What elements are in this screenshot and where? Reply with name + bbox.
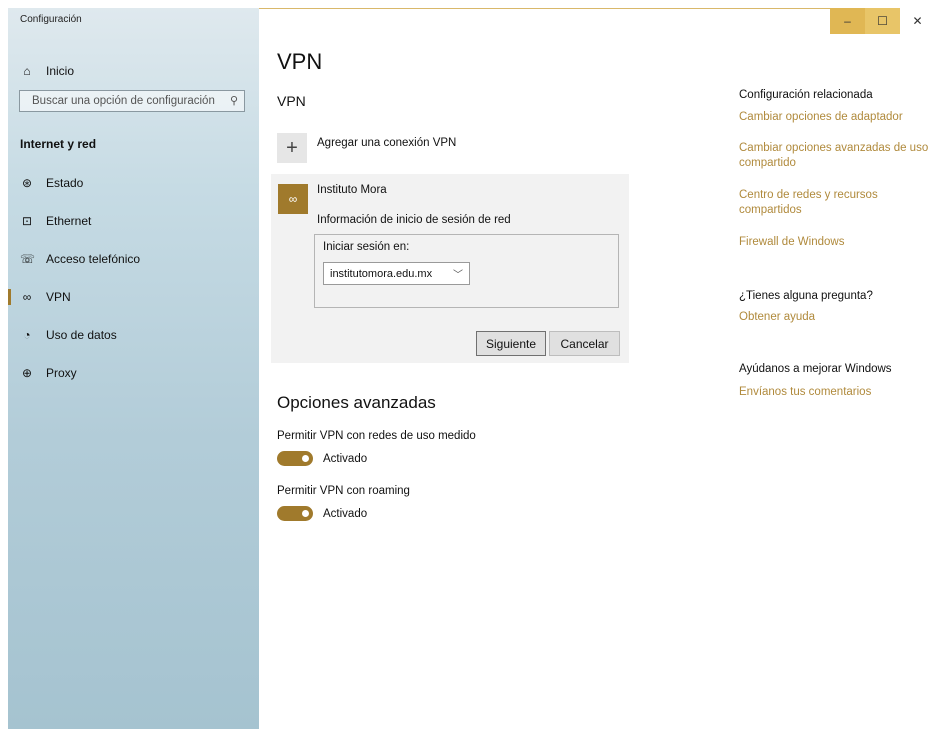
search-placeholder: Buscar una opción de configuración bbox=[32, 95, 215, 107]
vpn-connection-name: Instituto Mora bbox=[317, 184, 387, 196]
phone-icon: ☏ bbox=[20, 252, 36, 266]
window-title: Configuración bbox=[20, 14, 82, 25]
roaming-toggle[interactable] bbox=[277, 506, 313, 521]
search-input[interactable]: Buscar una opción de configuración ⚲ bbox=[19, 90, 245, 112]
vpn-login-info: Información de inicio de sesión de red bbox=[317, 214, 511, 226]
link-get-help[interactable]: Obtener ayuda bbox=[739, 310, 935, 325]
vpn-connection-card[interactable]: ∞ Instituto Mora Información de inicio d… bbox=[271, 174, 629, 363]
plus-icon[interactable]: + bbox=[277, 133, 307, 163]
login-domain-value: institutomora.edu.mx bbox=[330, 267, 433, 280]
link-network-center[interactable]: Centro de redes y recursos compartidos bbox=[739, 188, 935, 218]
data-usage-icon: ◔ bbox=[23, 328, 31, 342]
page-title: VPN bbox=[277, 49, 323, 74]
sidebar-item-inicio[interactable]: ⌂ Inicio bbox=[20, 64, 74, 78]
section-title: VPN bbox=[277, 93, 306, 109]
sidebar-item-proxy[interactable]: ⊕ Proxy bbox=[8, 354, 259, 392]
vpn-icon: ∞ bbox=[278, 184, 308, 214]
add-vpn-label: Agregar una conexión VPN bbox=[317, 137, 457, 149]
toggle-knob bbox=[302, 510, 309, 517]
sidebar-item-uso-de-datos[interactable]: ◔ Uso de datos bbox=[8, 316, 259, 354]
add-vpn-connection[interactable]: + Agregar una conexión VPN bbox=[277, 133, 456, 163]
login-group: Iniciar sesión en: institutomora.edu.mx … bbox=[314, 234, 619, 308]
window-controls: – ☐ ✕ bbox=[830, 8, 935, 34]
sidebar-item-estado[interactable]: ⊛ Estado bbox=[8, 164, 259, 202]
maximize-button[interactable]: ☐ bbox=[865, 8, 900, 34]
sidebar: Configuración ⌂ Inicio Buscar una opción… bbox=[8, 8, 259, 729]
home-icon: ⌂ bbox=[23, 64, 31, 78]
login-domain-select[interactable]: institutomora.edu.mx ﹀ bbox=[323, 262, 470, 285]
roaming-toggle-state: Activado bbox=[323, 507, 368, 520]
question-title: ¿Tienes alguna pregunta? bbox=[739, 290, 873, 302]
sidebar-item-label: Estado bbox=[46, 176, 84, 190]
related-settings-title: Configuración relacionada bbox=[739, 89, 873, 101]
login-label: Iniciar sesión en: bbox=[323, 241, 410, 253]
metered-toggle-row: Activado bbox=[277, 451, 367, 466]
link-firewall[interactable]: Firewall de Windows bbox=[739, 235, 935, 250]
sidebar-item-label: Proxy bbox=[46, 366, 77, 380]
ethernet-icon: ⊡ bbox=[21, 214, 33, 228]
sidebar-item-acceso-telefonico[interactable]: ☏ Acceso telefónico bbox=[8, 240, 259, 278]
cancel-button[interactable]: Cancelar bbox=[549, 331, 620, 356]
roaming-option-label: Permitir VPN con roaming bbox=[277, 485, 410, 497]
close-button[interactable]: ✕ bbox=[900, 8, 935, 34]
sidebar-item-label: Ethernet bbox=[46, 214, 92, 228]
sidebar-item-label: Uso de datos bbox=[46, 328, 117, 342]
minimize-button[interactable]: – bbox=[830, 8, 865, 34]
sidebar-item-ethernet[interactable]: ⊡ Ethernet bbox=[8, 202, 259, 240]
advanced-options-title: Opciones avanzadas bbox=[277, 393, 436, 412]
sidebar-item-label: VPN bbox=[46, 290, 71, 304]
link-feedback[interactable]: Envíanos tus comentarios bbox=[739, 385, 935, 400]
next-button[interactable]: Siguiente bbox=[476, 331, 546, 356]
metered-toggle-state: Activado bbox=[323, 452, 368, 465]
search-icon[interactable]: ⚲ bbox=[230, 94, 238, 107]
link-adapter-options[interactable]: Cambiar opciones de adaptador bbox=[739, 110, 935, 125]
globe-icon: ⊛ bbox=[21, 176, 33, 190]
vpn-icon: ∞ bbox=[22, 290, 32, 304]
link-advanced-sharing[interactable]: Cambiar opciones avanzadas de uso compar… bbox=[739, 141, 935, 171]
sidebar-section-title: Internet y red bbox=[20, 137, 97, 151]
sidebar-item-label: Acceso telefónico bbox=[46, 252, 141, 266]
sidebar-item-vpn[interactable]: ∞ VPN bbox=[8, 278, 259, 316]
sidebar-home-label: Inicio bbox=[46, 64, 75, 78]
improve-title: Ayúdanos a mejorar Windows bbox=[739, 363, 892, 375]
metered-toggle[interactable] bbox=[277, 451, 313, 466]
roaming-toggle-row: Activado bbox=[277, 506, 367, 521]
sidebar-nav: ⊛ Estado ⊡ Ethernet ☏ Acceso telefónico … bbox=[8, 164, 259, 392]
chevron-down-icon: ﹀ bbox=[453, 270, 463, 281]
proxy-icon: ⊕ bbox=[21, 366, 33, 380]
metered-option-label: Permitir VPN con redes de uso medido bbox=[277, 430, 476, 442]
toggle-knob bbox=[302, 455, 309, 462]
